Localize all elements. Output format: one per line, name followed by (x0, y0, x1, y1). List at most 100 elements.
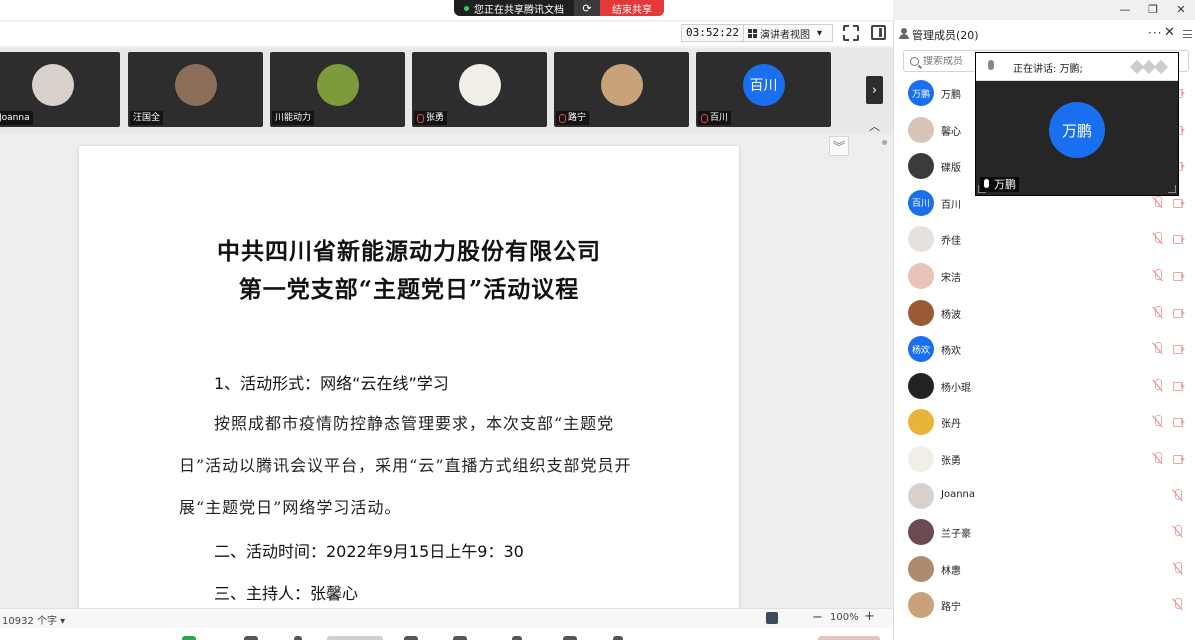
view-mode-label: 演讲者视图 (760, 29, 810, 41)
end-share-button[interactable]: 结束共享 (600, 0, 664, 16)
switch-share-icon[interactable]: ⟳ (574, 0, 600, 16)
doc-scrollbar[interactable] (882, 140, 887, 145)
fullscreen-icon[interactable] (843, 25, 859, 41)
avatar: 万鹏 (908, 80, 934, 106)
member-name: 张勇 (941, 456, 961, 467)
mic-off-icon[interactable] (1173, 561, 1183, 575)
meeting-toolbar: 03:52:22 演讲者视图 ▾ (0, 22, 893, 46)
camera-off-icon[interactable] (1173, 344, 1185, 355)
chevron-right-icon[interactable]: › (866, 76, 883, 104)
doc-collapse-icon[interactable]: ︾ (829, 136, 849, 156)
member-search-input[interactable] (923, 55, 983, 67)
camera-off-icon[interactable] (1173, 234, 1185, 245)
window-close-button[interactable]: ✕ (1167, 0, 1195, 18)
doc-section2: 二、活动时间：2022年9月15日上午9：30 (214, 542, 524, 561)
panel-close-icon[interactable]: ✕ (1164, 25, 1175, 40)
video-tile[interactable]: 路宁 (554, 52, 689, 127)
camera-off-icon[interactable] (1173, 454, 1185, 464)
tool-icon[interactable] (404, 636, 418, 640)
video-tile-label: 百川 (710, 113, 729, 123)
resize-handle[interactable] (978, 185, 986, 193)
mic-off-icon[interactable] (1173, 488, 1183, 502)
member-row[interactable]: 兰子豪 (894, 514, 1195, 550)
tool-icon[interactable] (613, 636, 623, 640)
video-tile[interactable]: Joanna (0, 52, 120, 127)
tool-icon[interactable] (818, 636, 880, 640)
mic-off-icon[interactable] (1173, 525, 1183, 538)
zoom-in-button[interactable]: + (864, 609, 875, 624)
menu-icon[interactable] (1183, 30, 1192, 38)
member-row[interactable]: 张丹 (894, 404, 1195, 440)
mic-off-icon[interactable] (1173, 598, 1183, 611)
member-name: 杨波 (941, 309, 961, 321)
tool-icon[interactable] (182, 636, 196, 640)
member-row[interactable]: 杨欢 杨欢 (894, 331, 1195, 367)
member-name: 碟版 (941, 163, 961, 175)
avatar (908, 409, 934, 436)
member-row[interactable]: 林惠 (894, 551, 1195, 587)
mic-off-icon[interactable] (1153, 378, 1163, 392)
tool-icon[interactable] (244, 636, 258, 640)
mic-off-icon[interactable] (1153, 195, 1163, 209)
mic-off-icon[interactable] (1153, 232, 1163, 245)
tool-icon[interactable] (453, 636, 467, 640)
member-name: 杨小琨 (941, 382, 971, 394)
mic-off-icon[interactable] (1153, 269, 1163, 282)
video-tile-name: 张勇 (414, 111, 448, 125)
avatar (908, 592, 934, 619)
member-row[interactable]: 乔佳 (894, 221, 1195, 257)
member-name: 林惠 (941, 565, 961, 577)
tool-icon[interactable] (327, 636, 383, 640)
camera-off-icon[interactable] (1173, 381, 1185, 391)
tool-icon[interactable] (512, 636, 522, 640)
avatar (908, 153, 934, 180)
tool-icon[interactable] (294, 636, 302, 640)
restore-button[interactable]: ❐ (1139, 0, 1167, 18)
avatar (31, 64, 74, 106)
camera-off-icon[interactable] (1173, 417, 1185, 428)
avatar (908, 482, 934, 509)
camera-off-icon[interactable] (1173, 308, 1185, 318)
zoom-level[interactable]: 100% (830, 612, 859, 623)
member-row[interactable]: 路宁 (894, 587, 1195, 623)
word-count[interactable]: 10932 个字 ▾ (2, 612, 65, 627)
mic-off-icon[interactable] (1153, 305, 1163, 319)
member-name: 兰子豪 (941, 529, 971, 541)
more-icon[interactable]: ··· (1148, 26, 1162, 40)
chevron-up-icon[interactable]: ︿ (869, 118, 880, 134)
member-row[interactable]: 张勇 (894, 441, 1195, 477)
search-icon (910, 56, 919, 66)
avatar (908, 263, 934, 289)
avatar (600, 64, 643, 106)
avatar: 百川 (908, 189, 934, 216)
mic-off-icon[interactable] (1153, 415, 1163, 428)
sharing-indicator-icon (464, 5, 469, 11)
avatar (908, 116, 934, 143)
meeting-app: 您正在共享腾讯文档 ⟳ 结束共享 — ❐ ✕ 03:52:22 演讲者视图 ▾ … (0, 0, 1195, 640)
avatar (908, 555, 934, 582)
video-tile[interactable]: 百川 百川 (696, 52, 831, 127)
layout-toggle-icon[interactable] (871, 25, 886, 40)
person-icon (899, 28, 909, 39)
mic-off-icon[interactable] (1153, 452, 1163, 465)
video-tile-label: 路宁 (568, 113, 587, 123)
page-view-icon[interactable] (766, 612, 778, 624)
tool-icon[interactable] (563, 636, 577, 640)
camera-off-icon[interactable] (1173, 271, 1185, 281)
zoom-out-button[interactable]: − (812, 610, 823, 625)
member-panel-title: 管理成员(20) (912, 29, 979, 42)
member-row[interactable]: 宋洁 (894, 258, 1195, 294)
member-name: 张丹 (941, 419, 961, 431)
active-speaker-window[interactable]: 正在讲话: 万鹏; 万鹏 万鹏 (975, 52, 1179, 196)
member-row[interactable]: 杨小琨 (894, 368, 1195, 404)
mic-off-icon[interactable] (1153, 342, 1163, 355)
member-row[interactable]: 杨波 (894, 295, 1195, 331)
camera-off-icon[interactable] (1173, 198, 1185, 208)
member-row[interactable]: Joanna (894, 478, 1195, 514)
view-mode-select[interactable]: 演讲者视图 ▾ (743, 24, 833, 42)
video-tile[interactable]: 张勇 (412, 52, 547, 127)
video-tile[interactable]: 川能动力 (270, 52, 405, 127)
video-tile[interactable]: 汪国全 (128, 52, 263, 127)
resize-handle[interactable] (1168, 185, 1176, 193)
minimize-button[interactable]: — (1111, 0, 1139, 18)
